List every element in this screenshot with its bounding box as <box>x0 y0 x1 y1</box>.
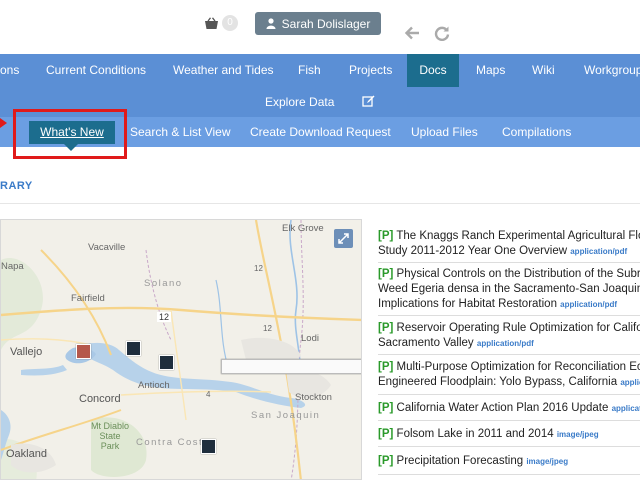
map-label-antioch: Antioch <box>138 380 170 391</box>
nav-item-ons[interactable]: ons <box>0 54 19 87</box>
divider <box>378 315 640 316</box>
edit-icon[interactable] <box>362 95 375 108</box>
cart-count-badge: 0 <box>222 15 238 31</box>
map-label-oakland: Oakland <box>6 448 47 460</box>
document-title[interactable]: Reservoir Operating Rule Optimization fo… <box>397 322 640 334</box>
document-title[interactable]: The Knaggs Ranch Experimental Agricultur… <box>396 230 640 242</box>
divider <box>378 262 640 263</box>
mime-type-badge: image/jpeg <box>556 430 599 439</box>
map-label-vallejo: Vallejo <box>10 346 43 358</box>
map-expand-button[interactable] <box>334 229 353 248</box>
mime-type-badge: applicat <box>611 404 640 413</box>
map-label-stockton: Stockton <box>295 392 332 403</box>
map-label-napa: Napa <box>1 261 24 272</box>
subnav-upload-files[interactable]: Upload Files <box>411 117 478 147</box>
map-label-elk-grove: Elk Grove <box>282 223 324 234</box>
expand-icon <box>338 233 349 244</box>
basket-icon <box>205 16 218 29</box>
divider <box>378 394 640 395</box>
explore-data-link[interactable]: Explore Data <box>265 87 334 117</box>
cart-button[interactable]: 0 <box>204 14 238 32</box>
list-item[interactable]: [P] The Knaggs Ranch Experimental Agricu… <box>378 229 640 259</box>
map-label-concord: Concord <box>79 393 121 405</box>
map-label-solano: Solano <box>144 278 183 289</box>
mime-type-badge: application/pdf <box>570 247 628 256</box>
nav-item-maps[interactable]: Maps <box>476 54 505 87</box>
divider <box>378 354 640 355</box>
map-label-lodi: Lodi <box>301 333 319 344</box>
list-item[interactable]: [P] Reservoir Operating Rule Optimizatio… <box>378 321 640 351</box>
divider <box>378 446 640 447</box>
subnav-compilations[interactable]: Compilations <box>502 117 571 147</box>
map-marker-document[interactable] <box>201 439 216 454</box>
map-marker-document[interactable] <box>76 344 91 359</box>
document-title[interactable]: Folsom Lake in 2011 and 2014 <box>397 428 554 440</box>
nav-item-workgroup[interactable]: Workgroup <box>584 54 640 87</box>
nav-item-weather-and-tides[interactable]: Weather and Tides <box>173 54 274 87</box>
mime-type-badge: applic <box>620 378 640 387</box>
document-title[interactable]: Physical Controls on the Distribution of… <box>397 268 640 280</box>
list-item[interactable]: [P] California Water Action Plan 2016 Up… <box>378 401 640 416</box>
list-item[interactable]: [P] Folsom Lake in 2011 and 2014 image/j… <box>378 427 640 442</box>
document-title[interactable]: California Water Action Plan 2016 Update <box>397 402 609 414</box>
route-shield-4: 4 <box>206 390 211 399</box>
refresh-icon[interactable] <box>434 25 450 41</box>
document-map[interactable]: Elk Grove Vacaville Napa Solano Fairfiel… <box>0 219 362 480</box>
map-label-san-joaquin: San Joaquin <box>251 410 321 421</box>
map-label-vacaville: Vacaville <box>88 242 126 253</box>
user-icon <box>266 18 276 29</box>
history-controls <box>404 25 450 41</box>
map-label-contra-costa: Contra Costa <box>136 437 210 448</box>
map-marker-document[interactable] <box>159 355 174 370</box>
nav-item-fish[interactable]: Fish <box>298 54 321 87</box>
user-name: Sarah Dolislager <box>281 16 371 31</box>
divider <box>378 420 640 421</box>
nav-item-projects[interactable]: Projects <box>349 54 392 87</box>
map-label-mt-diablo: Mt Diablo State Park <box>91 421 130 451</box>
route-shield-12a: 12 <box>254 264 263 273</box>
nav-item-docs[interactable]: Docs <box>407 54 459 87</box>
nav-item-current-conditions[interactable]: Current Conditions <box>46 54 146 87</box>
section-title: RARY <box>0 180 33 192</box>
map-marker-document[interactable] <box>126 341 141 356</box>
subnav-create-download-request[interactable]: Create Download Request <box>250 117 391 147</box>
divider <box>378 474 640 475</box>
highlight-box <box>13 109 127 159</box>
mime-type-badge: application/pdf <box>476 339 534 348</box>
document-title[interactable]: Multi-Purpose Optimization for Reconcili… <box>397 361 640 373</box>
top-bar: 0 Sarah Dolislager <box>0 0 640 54</box>
map-label-fairfield: Fairfield <box>71 293 105 304</box>
list-item[interactable]: [P] Multi-Purpose Optimization for Recon… <box>378 360 640 390</box>
document-title[interactable]: Precipitation Forecasting <box>397 455 524 467</box>
highlight-arrow <box>0 118 7 128</box>
route-shield-12b: 12 <box>263 324 272 333</box>
mime-type-badge: image/jpeg <box>526 457 569 466</box>
nav-item-wiki[interactable]: Wiki <box>532 54 555 87</box>
back-arrow-icon[interactable] <box>404 25 420 41</box>
mime-type-badge: application/pdf <box>560 300 618 309</box>
map-cluster-count[interactable]: 12 <box>157 312 172 322</box>
divider <box>0 203 640 204</box>
main-nav: ons Current Conditions Weather and Tides… <box>0 54 640 87</box>
list-item[interactable]: [P] Precipitation Forecasting image/jpeg <box>378 454 640 469</box>
user-menu-button[interactable]: Sarah Dolislager <box>255 12 381 35</box>
map-marker-document[interactable] <box>221 359 361 374</box>
subnav-search-list-view[interactable]: Search & List View <box>130 117 231 147</box>
list-item[interactable]: [P] Physical Controls on the Distributio… <box>378 267 640 312</box>
